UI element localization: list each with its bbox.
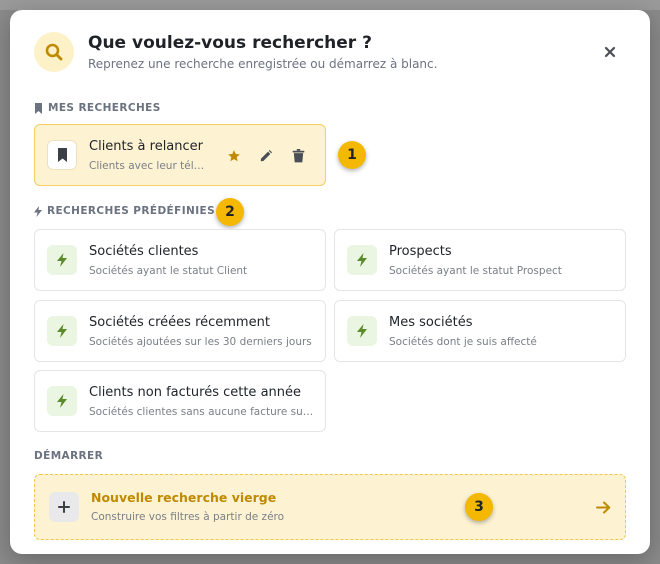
new-search-description: Construire vos filtres à partir de zéro (91, 511, 285, 523)
plus-icon-box (49, 492, 79, 522)
dialog-header: Que voulez-vous rechercher ? Reprenez un… (34, 32, 630, 76)
close-icon (604, 46, 616, 58)
trash-icon[interactable] (289, 147, 307, 165)
preset-card-mine[interactable]: Mes sociétés Sociétés dont je suis affec… (334, 300, 626, 362)
bolt-icon (57, 394, 67, 408)
step-badge-2: 2 (216, 198, 244, 226)
section-start-label: DÉMARRER (34, 450, 103, 462)
bolt-icon (357, 253, 367, 267)
preset-card-prospects[interactable]: Prospects Sociétés ayant le statut Prosp… (334, 229, 626, 291)
star-icon[interactable] (225, 147, 243, 165)
section-saved-text: MES RECHERCHES (48, 102, 161, 114)
bookmark-icon (57, 148, 67, 162)
preset-title: Clients non facturés cette année (89, 385, 302, 400)
preset-description: Sociétés ajoutées sur les 30 derniers jo… (89, 336, 312, 348)
preset-card-unbilled[interactable]: Clients non facturés cette année Société… (34, 370, 326, 432)
close-button[interactable] (598, 40, 622, 64)
bolt-icon (34, 205, 42, 217)
section-start-text: DÉMARRER (34, 450, 104, 462)
section-saved-label: MES RECHERCHES (34, 102, 161, 114)
preset-description: Sociétés ayant le statut Prospect (389, 265, 562, 277)
preset-icon-box (47, 316, 77, 346)
new-search-title: Nouvelle recherche vierge (91, 490, 277, 505)
preset-description: Sociétés ayant le statut Client (89, 265, 248, 277)
saved-search-title: Clients à relancer (89, 139, 204, 154)
preset-card-recent[interactable]: Sociétés créées récemment Sociétés ajout… (34, 300, 326, 362)
saved-search-description: Clients avec leur téléphone (89, 160, 207, 172)
preset-title: Sociétés créées récemment (89, 315, 270, 330)
saved-search-icon-box (47, 140, 77, 170)
dialog-subtitle: Reprenez une recherche enregistrée ou dé… (88, 57, 438, 71)
search-dialog: Que voulez-vous rechercher ? Reprenez un… (10, 10, 650, 554)
bookmark-icon (35, 102, 42, 114)
bolt-icon (57, 253, 67, 267)
preset-card-clients[interactable]: Sociétés clientes Sociétés ayant le stat… (34, 229, 326, 291)
preset-description: Sociétés clientes sans aucune facture su… (89, 406, 317, 418)
preset-title: Mes sociétés (389, 315, 473, 330)
section-presets-label: RECHERCHES PRÉDÉFINIES (34, 205, 215, 217)
step-badge-3: 3 (465, 493, 493, 521)
preset-title: Prospects (389, 244, 452, 259)
preset-icon-box (47, 245, 77, 275)
preset-title: Sociétés clientes (89, 244, 199, 259)
dialog-title: Que voulez-vous rechercher ? (88, 33, 372, 53)
bolt-icon (57, 324, 67, 338)
search-icon (34, 32, 74, 72)
preset-icon-box (347, 245, 377, 275)
edit-icon[interactable] (257, 147, 275, 165)
saved-search-card[interactable]: Clients à relancer Clients avec leur tél… (34, 124, 326, 186)
section-presets-text: RECHERCHES PRÉDÉFINIES (47, 205, 216, 217)
preset-icon-box (347, 316, 377, 346)
new-search-button[interactable]: Nouvelle recherche vierge Construire vos… (34, 474, 626, 540)
arrow-right-icon (593, 497, 613, 517)
plus-icon (58, 501, 70, 513)
bolt-icon (357, 324, 367, 338)
page-backdrop (0, 0, 660, 10)
step-badge-1: 1 (338, 141, 366, 169)
preset-description: Sociétés dont je suis affecté (389, 336, 537, 348)
preset-icon-box (47, 386, 77, 416)
